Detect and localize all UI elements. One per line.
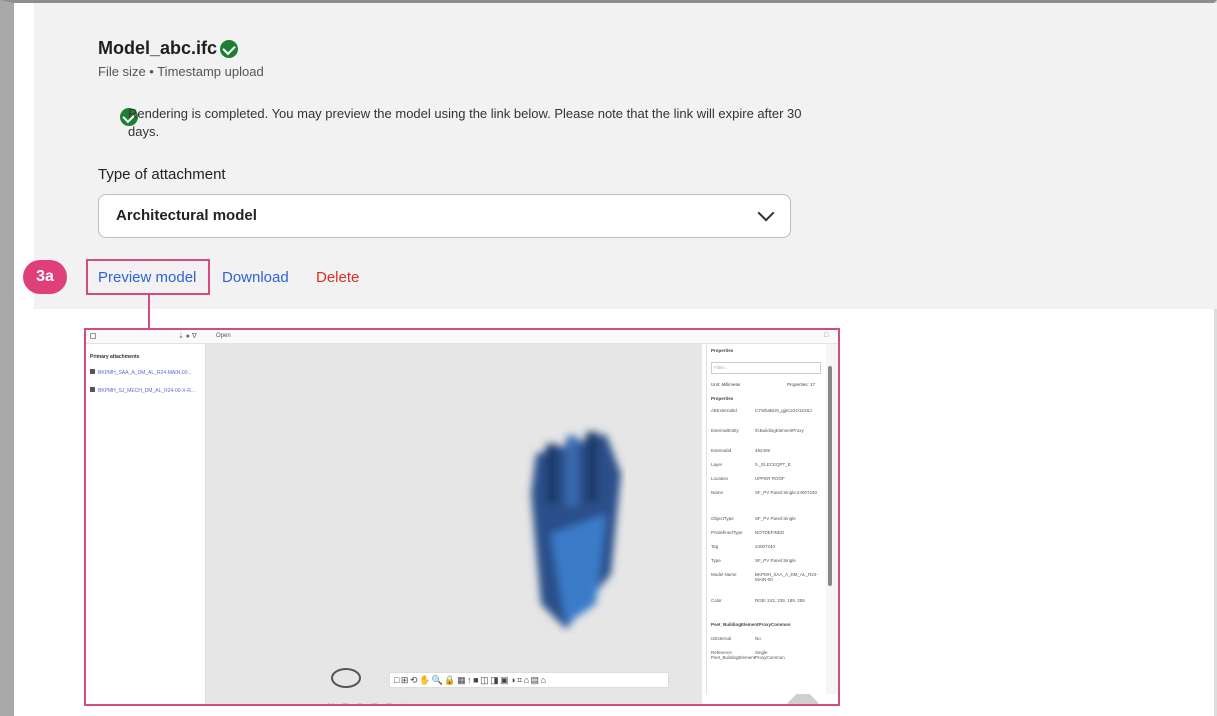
prop-key: ObjectType — [711, 516, 734, 521]
building-model-render — [531, 432, 621, 629]
properties-section[interactable]: Properties — [711, 396, 821, 401]
prop-key: Type — [711, 558, 721, 563]
prop-value: C7WbaBU9_gjpCe2O1Dz6J — [755, 408, 812, 413]
attachments-title: Primary attachments — [90, 354, 140, 360]
prop-value: 0._ELECEQPT_E — [755, 462, 791, 467]
properties-title: Properties — [711, 348, 734, 353]
viewer-open-label[interactable]: Open — [216, 333, 231, 339]
prop-key: ExternalId — [711, 448, 732, 453]
attachment-item-label: BKPMH_SJ_MECH_DM_AL_R24-00-X-R... — [98, 388, 195, 394]
expand-icon[interactable]: □ — [824, 332, 828, 339]
attachment-item[interactable]: BKPMH_SJ_MECH_DM_AL_R24-00-X-R... — [90, 387, 200, 394]
prop-value: 24007240 — [755, 544, 776, 549]
prop-value: SF_PV Panel:Single — [755, 516, 796, 521]
prop-key: Tag — [711, 544, 719, 549]
download-link[interactable]: Download — [222, 269, 289, 286]
prop-key: AttExternalId — [711, 408, 737, 413]
prop-value: Single — [755, 650, 768, 655]
attachment-type-select[interactable]: Architectural model — [98, 194, 791, 238]
prop-key: Reference Pset_BuildingElementProxyCommo… — [711, 650, 785, 660]
attachment-type-value: Architectural model — [116, 207, 257, 224]
chevron-down-icon — [757, 204, 775, 222]
panel-toggle-icon[interactable] — [90, 333, 96, 339]
delete-link[interactable]: Delete — [316, 269, 359, 286]
render-notice: Rendering is completed. You may preview … — [128, 106, 802, 139]
prop-value: RGB: 242, 239, 189, 255 — [755, 598, 805, 603]
viewer-toolbar[interactable]: □⊞⟲✋🔍🔒▦↑■◫◨▣◑⌗⌂▤⌂ — [389, 672, 669, 688]
properties-filter-input[interactable]: Filter... — [711, 362, 821, 374]
prop-value: NOTDEFINED — [755, 530, 785, 535]
attachments-panel: Primary attachments BKPMH_SAA_A_DM_AL_R2… — [86, 344, 206, 704]
prop-key: IsExternal — [711, 636, 732, 641]
check-circle-icon — [220, 40, 238, 58]
preview-model-link[interactable]: Preview model — [98, 269, 196, 286]
callout-badge: 3a — [23, 260, 67, 294]
prop-key: Model Name — [711, 572, 737, 577]
prop-key: Color — [711, 598, 722, 603]
prop-value: IfcBuildingElementProxy — [755, 428, 804, 433]
file-title: Model_abc.ifc — [98, 38, 218, 58]
compass-icon[interactable] — [331, 668, 361, 688]
prop-key: Name — [711, 490, 724, 495]
attachment-item[interactable]: BKPMH_SAA_A_DM_AL_R24-MAIN-00... — [90, 369, 200, 376]
prop-value: SF_PV Panel:Single:24007240 — [755, 490, 818, 495]
viewer-3d-canvas[interactable]: □⊞⟲✋🔍🔒▦↑■◫◨▣◑⌗⌂▤⌂ ⛶ ▦ ▢ ▤ ▦ ✕ — [206, 344, 819, 704]
attachment-item-label: BKPMH_SAA_A_DM_AL_R24-MAIN-00... — [98, 370, 192, 376]
prop-key: Location — [711, 476, 729, 481]
scrollbar-thumb[interactable] — [828, 366, 832, 586]
model-viewer-screenshot: Open ⇣ ● ∇ □ Primary attachments BKPMH_S… — [84, 328, 840, 706]
properties-panel: Properties Filter... Unit: Millimeter Pr… — [706, 344, 826, 694]
prop-value: No — [755, 636, 761, 641]
viewer-bottom-icons[interactable]: ⛶ ▦ ▢ ▤ ▦ ✕ — [328, 702, 409, 704]
callout-connector — [148, 295, 150, 330]
file-meta: File size • Timestamp upload — [98, 64, 264, 79]
prop-key: Layer — [711, 462, 723, 467]
prop-value: 482409 — [755, 448, 771, 453]
prop-key: PredefinedType — [711, 530, 743, 535]
viewer-top-icons[interactable]: ⇣ ● ∇ — [178, 332, 197, 340]
prop-value: UPPER ROOF — [755, 476, 785, 481]
prop-key: ExternalEntity — [711, 428, 739, 433]
prop-value: SF_PV Panel:Single — [755, 558, 796, 563]
attachment-type-label: Type of attachment — [98, 166, 226, 183]
prop-value: BKPMH_SAA_A_DM_AL_R24-MAIN-00 — [755, 572, 818, 582]
properties-count: Properties: 17 — [787, 382, 816, 387]
viewer-top-bar: Open ⇣ ● ∇ □ — [86, 330, 838, 344]
pset-section[interactable]: Pset_BuildingElementProxyCommon — [711, 622, 821, 627]
